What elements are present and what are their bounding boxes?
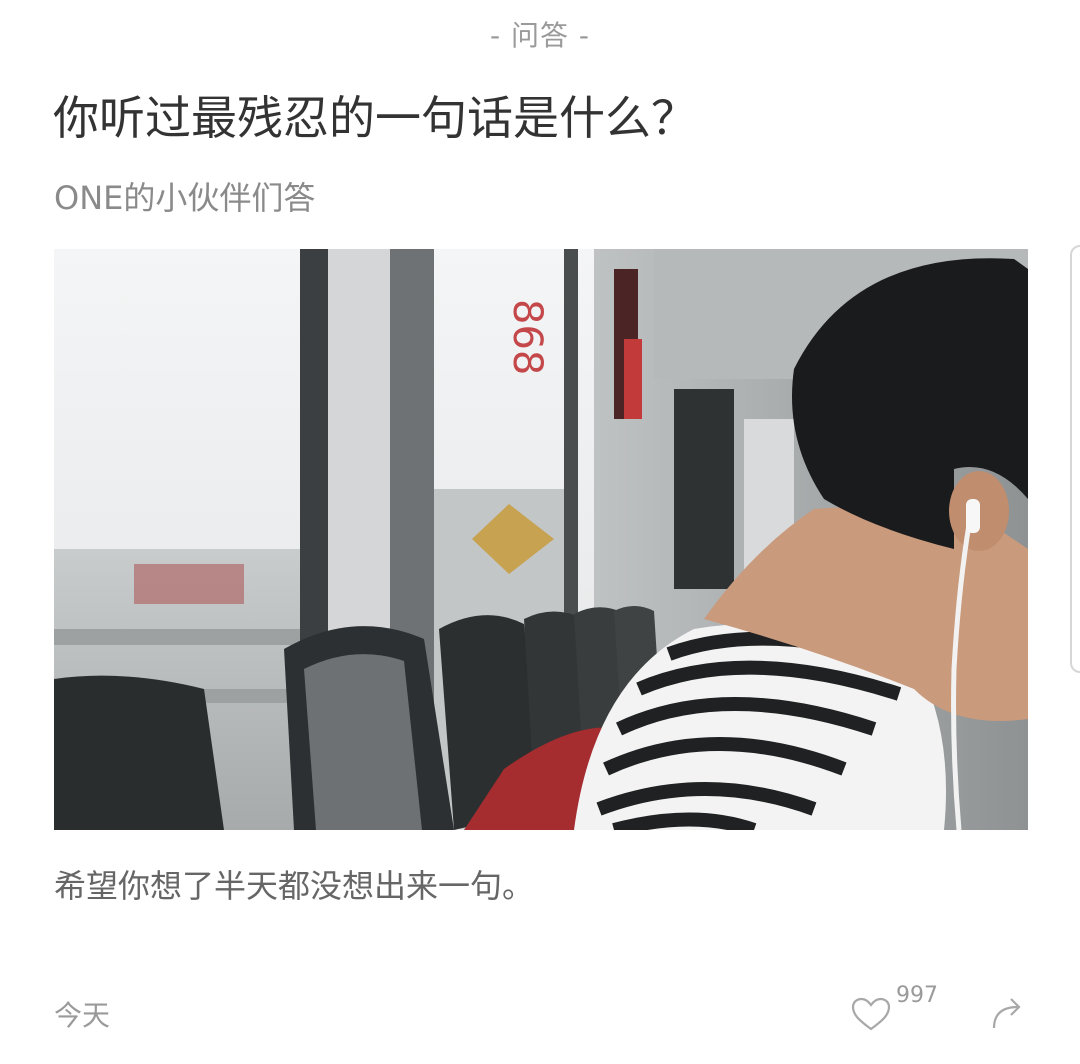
answer-text: 希望你想了半天都没想出来一句。	[54, 867, 535, 905]
question-title: 你听过最残忍的一句话是什么？	[53, 91, 697, 145]
section-category: - 问答 -	[489, 19, 590, 52]
publish-date: 今天	[54, 999, 111, 1032]
answer-author[interactable]: ONE的小伙伴们答	[54, 176, 315, 220]
like-count: 997	[896, 983, 938, 1008]
photo-illustration: 868	[54, 249, 1028, 830]
share-arrow-icon[interactable]	[988, 994, 1026, 1032]
heart-icon[interactable]	[850, 996, 892, 1032]
scroll-indicator[interactable]	[1070, 245, 1080, 673]
article-photo[interactable]: 868	[54, 249, 1028, 830]
svg-text:868: 868	[504, 299, 550, 375]
